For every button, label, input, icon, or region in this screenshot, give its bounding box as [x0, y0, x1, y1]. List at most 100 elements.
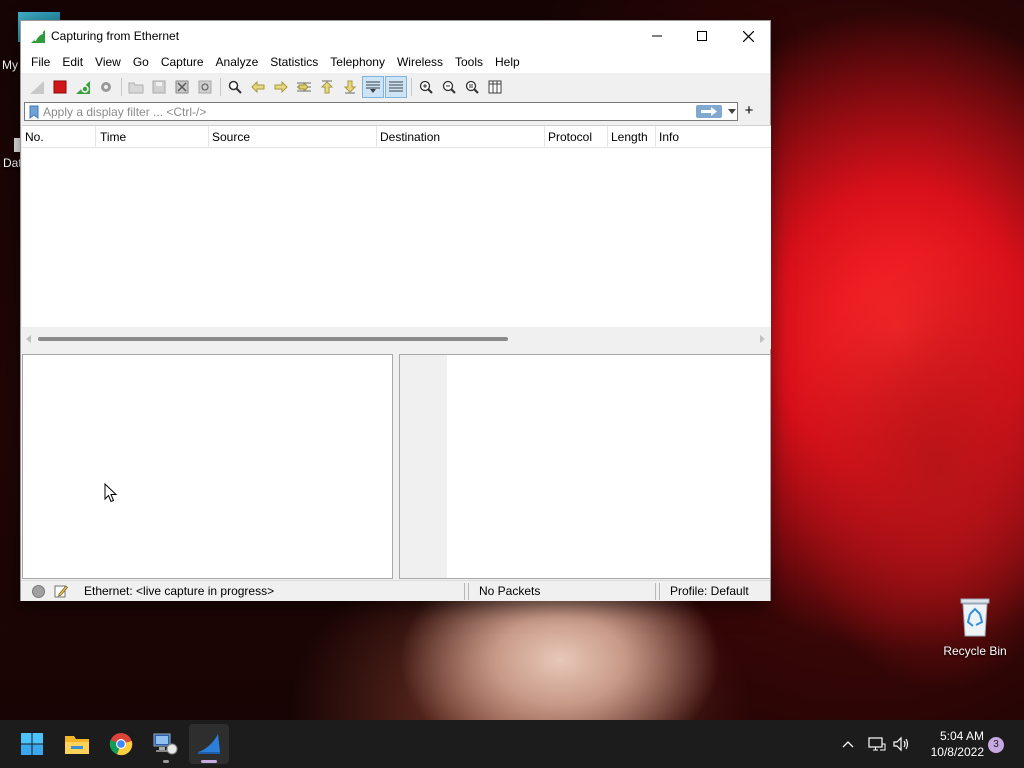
network-app-button[interactable] — [145, 724, 185, 764]
menu-wireless[interactable]: Wireless — [391, 51, 449, 73]
resize-columns-button[interactable] — [484, 76, 506, 98]
stop-capture-button[interactable] — [49, 76, 71, 98]
packet-count-text: No Packets — [479, 584, 541, 598]
close-button[interactable] — [725, 21, 771, 51]
taskbar-clock[interactable]: 5:04 AM 10/8/2022 — [912, 728, 984, 760]
scrollbar-thumb[interactable] — [38, 337, 508, 341]
recycle-bin[interactable]: Recycle Bin — [940, 596, 1010, 658]
menu-analyze[interactable]: Analyze — [210, 51, 265, 73]
go-to-packet-icon — [297, 81, 311, 93]
title-bar[interactable]: Capturing from Ethernet — [21, 21, 770, 51]
go-forward-button[interactable] — [270, 76, 292, 98]
scroll-right-icon[interactable] — [760, 335, 765, 343]
notification-badge[interactable]: 3 — [988, 737, 1004, 753]
menu-tools[interactable]: Tools — [449, 51, 489, 73]
desktop-icon-label-dat: Dat — [3, 156, 22, 170]
go-last-button[interactable] — [339, 76, 361, 98]
zoom-in-icon — [419, 80, 433, 94]
minimize-icon — [652, 35, 662, 37]
packet-details-pane[interactable] — [22, 354, 393, 579]
packet-list-horizontal-scrollbar[interactable] — [22, 327, 771, 349]
restart-capture-button[interactable] — [72, 76, 94, 98]
system-tray — [838, 720, 914, 768]
stop-capture-icon — [53, 80, 67, 94]
open-file-button[interactable] — [125, 76, 147, 98]
packet-bytes-pane[interactable] — [399, 354, 771, 579]
wireshark-app-icon — [31, 30, 45, 43]
column-protocol[interactable]: Protocol — [545, 126, 608, 148]
status-separator[interactable] — [464, 583, 465, 600]
app-running-indicator — [163, 760, 169, 763]
clock-date: 10/8/2022 — [930, 745, 984, 759]
close-file-button[interactable] — [171, 76, 193, 98]
column-no[interactable]: No. — [22, 126, 96, 148]
toolbar-separator — [411, 78, 412, 96]
menu-view[interactable]: View — [89, 51, 127, 73]
packet-list-pane[interactable]: No. Time Source Destination Protocol Len… — [22, 125, 771, 347]
app-active-indicator — [201, 760, 217, 763]
volume-button[interactable] — [890, 736, 914, 752]
show-hidden-icons-button[interactable] — [838, 740, 858, 748]
column-destination[interactable]: Destination — [377, 126, 545, 148]
display-filter-input[interactable] — [43, 104, 683, 119]
bookmark-icon[interactable] — [29, 105, 39, 119]
menu-help[interactable]: Help — [489, 51, 526, 73]
autoscroll-button[interactable] — [362, 76, 384, 98]
menu-telephony[interactable]: Telephony — [324, 51, 391, 73]
colorize-button[interactable] — [385, 76, 407, 98]
apply-filter-button[interactable] — [696, 105, 722, 118]
menu-capture[interactable]: Capture — [155, 51, 210, 73]
zoom-out-icon — [442, 80, 456, 94]
minimize-button[interactable] — [634, 21, 680, 51]
interface-status-text: Ethernet: <live capture in progress> — [84, 584, 275, 598]
maximize-button[interactable] — [679, 21, 725, 51]
filter-history-dropdown[interactable] — [727, 104, 737, 119]
display-filter-box[interactable] — [24, 102, 738, 121]
wireshark-taskbar-button[interactable] — [189, 724, 229, 764]
go-back-icon — [251, 81, 265, 93]
network-status-button[interactable] — [864, 736, 890, 752]
file-explorer-button[interactable] — [57, 724, 97, 764]
expert-info-icon[interactable] — [32, 585, 45, 598]
packet-list-header: No. Time Source Destination Protocol Len… — [22, 126, 771, 148]
column-length[interactable]: Length — [608, 126, 656, 148]
find-packet-button[interactable] — [224, 76, 246, 98]
taskbar: 5:04 AM 10/8/2022 — [0, 720, 1024, 768]
desktop-icon-label-my: My — [2, 58, 18, 72]
add-filter-button[interactable]: + — [741, 101, 757, 121]
scroll-left-icon[interactable] — [26, 335, 31, 343]
colorize-icon — [389, 81, 403, 92]
normal-size-button[interactable] — [461, 76, 483, 98]
menu-go[interactable]: Go — [127, 51, 155, 73]
menu-edit[interactable]: Edit — [56, 51, 89, 73]
capture-comment-icon[interactable] — [54, 584, 68, 598]
zoom-in-button[interactable] — [415, 76, 437, 98]
chrome-button[interactable] — [101, 724, 141, 764]
menu-statistics[interactable]: Statistics — [264, 51, 324, 73]
go-first-button[interactable] — [316, 76, 338, 98]
status-separator[interactable] — [655, 583, 656, 600]
save-file-button[interactable] — [148, 76, 170, 98]
go-to-packet-button[interactable] — [293, 76, 315, 98]
toolbar-separator — [121, 78, 122, 96]
reload-file-button[interactable] — [194, 76, 216, 98]
reload-file-icon — [198, 80, 212, 94]
find-packet-icon — [228, 80, 242, 94]
capture-options-button[interactable] — [95, 76, 117, 98]
start-icon — [21, 733, 43, 755]
column-info[interactable]: Info — [656, 126, 771, 148]
status-separator — [468, 583, 469, 600]
menu-file[interactable]: File — [25, 51, 56, 73]
arrow-right-icon — [701, 107, 717, 116]
go-forward-icon — [274, 81, 288, 93]
window-title: Capturing from Ethernet — [51, 29, 180, 43]
file-explorer-icon — [65, 736, 89, 754]
profile-status-text[interactable]: Profile: Default — [670, 581, 749, 602]
start-button[interactable] — [12, 724, 52, 764]
recycle-bin-icon — [958, 596, 992, 638]
start-capture-button[interactable] — [26, 76, 48, 98]
column-source[interactable]: Source — [209, 126, 377, 148]
column-time[interactable]: Time — [97, 126, 209, 148]
zoom-out-button[interactable] — [438, 76, 460, 98]
go-back-button[interactable] — [247, 76, 269, 98]
